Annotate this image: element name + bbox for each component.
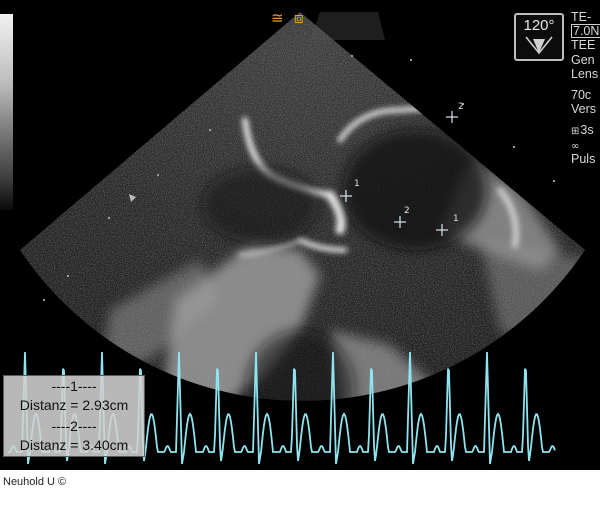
caliper-label-1b: 1 [453, 214, 459, 224]
left-atrium-chamber [343, 130, 487, 250]
cine-length: 3s [580, 123, 594, 138]
lens-line: Lens [571, 66, 599, 81]
settings-side-panel: TE- 7.0N TEE Gen Lens 70c Vers ⊞3s ∞ Pul… [571, 10, 600, 166]
angle-dial-icon [525, 36, 553, 55]
measurement-2-value: Distanz = 3.40cm [19, 437, 129, 453]
header-icon-left: ≅ [271, 9, 284, 27]
depth-line: 70c [571, 87, 592, 102]
header-icon-right: ⧈ [294, 9, 304, 27]
greyscale-bar [0, 14, 13, 210]
preset-line: Gen [571, 52, 595, 67]
probe-name: TE- [571, 10, 592, 24]
caliper-label-1: 1 [354, 179, 360, 189]
version-line: Vers [571, 102, 597, 117]
ultrasound-screen: 1 2 2 1 ≅ ⧈ 120° TE- 7.0N TEE Gen Lens 7… [0, 0, 600, 470]
film-strip-icon: ⊞ [571, 126, 580, 138]
measurement-results-box: ----1---- Distanz = 2.93cm ----2---- Dis… [3, 375, 145, 457]
caliper-2-end [446, 111, 458, 123]
measurement-2-title: ----2---- [51, 418, 97, 434]
transducer-angle-indicator: 120° [514, 13, 564, 61]
cine-loop-icon: ∞ [571, 140, 580, 152]
measurement-1-value: Distanz = 2.93cm [19, 397, 129, 413]
measurement-1-title: ----1---- [51, 378, 97, 394]
probe-type: TEE [571, 38, 596, 53]
caliper-label-2: 2 [404, 206, 410, 216]
caliper-label-2b: 2 [458, 102, 464, 112]
image-credit: Neuhold U © [3, 476, 67, 488]
pulse-line: Puls [571, 151, 596, 166]
probe-apex-marker [310, 12, 385, 40]
frequency-value: 7.0N [571, 24, 600, 39]
